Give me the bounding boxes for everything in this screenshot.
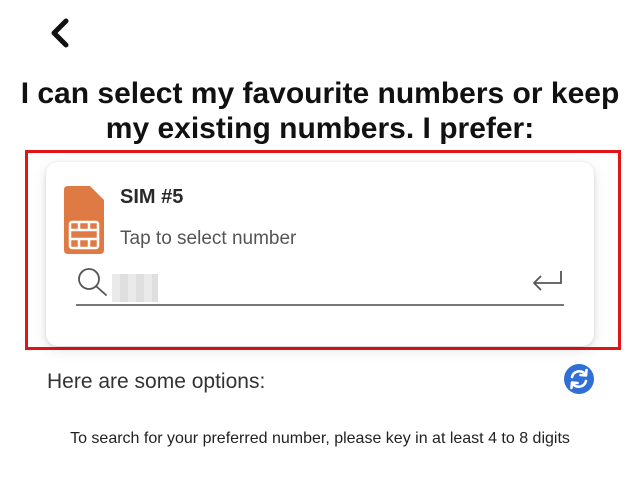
- refresh-icon: [564, 364, 594, 394]
- search-icon: [78, 268, 107, 296]
- enter-return-icon[interactable]: [530, 269, 564, 295]
- options-label: Here are some options:: [47, 370, 266, 393]
- sim-card-icon: [64, 186, 104, 254]
- page-title: I can select my favourite numbers or kee…: [20, 77, 620, 145]
- sim-name: SIM #5: [120, 186, 184, 208]
- chevron-left-icon: [51, 18, 69, 48]
- sim-card[interactable]: SIM #5 Tap to select number: [46, 162, 594, 346]
- search-instructions: To search for your preferred number, ple…: [70, 430, 570, 447]
- refresh-button[interactable]: [563, 363, 595, 395]
- sim-select-hint[interactable]: Tap to select number: [120, 228, 296, 250]
- number-search-input[interactable]: [114, 268, 514, 300]
- number-search-field[interactable]: [76, 264, 564, 306]
- back-button[interactable]: [40, 12, 80, 52]
